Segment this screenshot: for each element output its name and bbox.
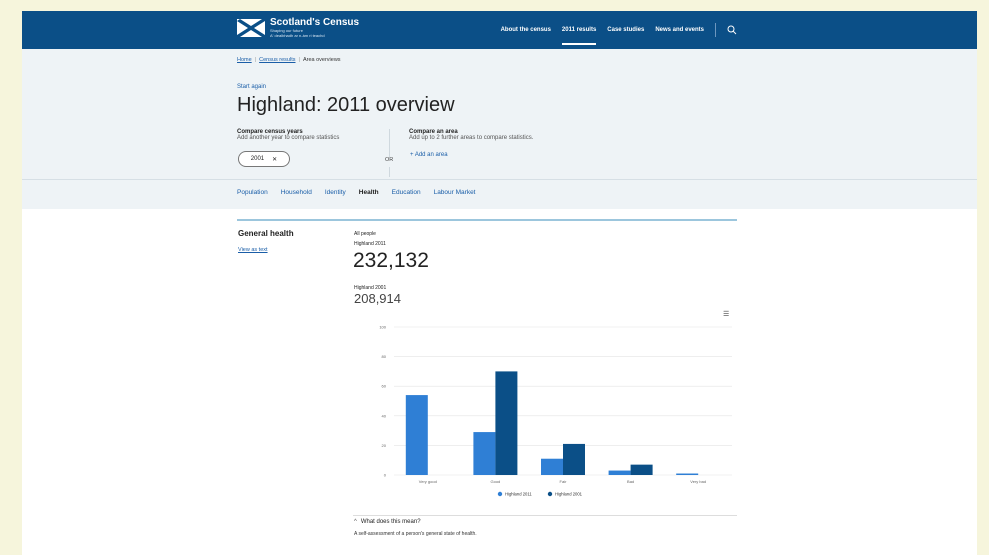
divider xyxy=(389,167,390,177)
topic-tabs: Population Household Identity Health Edu… xyxy=(22,179,977,210)
view-as-text-link[interactable]: View as text xyxy=(238,247,268,253)
page-header: Home | Census results | Area overviews Start… xyxy=(22,49,977,179)
breadcrumb-separator: | xyxy=(254,57,257,63)
main-nav: About the census 2011 results Case studi… xyxy=(501,11,737,49)
x-tick-label: Fair xyxy=(560,479,568,484)
add-area-button[interactable]: + Add an area xyxy=(410,152,448,158)
stat-value-2011: 232,132 xyxy=(353,249,429,272)
legend-marker xyxy=(547,491,553,497)
y-tick-label: 0 xyxy=(384,473,387,478)
y-tick-label: 40 xyxy=(382,413,387,418)
page-title: Highland: 2011 overview xyxy=(237,94,455,116)
stat-label-2011: Highland 2011 xyxy=(354,241,386,247)
section-title: General health xyxy=(238,229,294,238)
y-tick-label: 20 xyxy=(382,443,387,448)
page-frame: Scotland's Census Shaping our future A' … xyxy=(22,11,977,555)
bar-good-2001 xyxy=(495,371,518,475)
year-chip-2001[interactable]: 2001 ✕ xyxy=(238,151,290,167)
top-navigation-bar: Scotland's Census Shaping our future A' … xyxy=(22,11,977,49)
x-tick-label: Very bad xyxy=(690,479,706,484)
breadcrumb-home[interactable]: Home xyxy=(237,57,252,63)
nav-item-2011-results[interactable]: 2011 results xyxy=(561,27,597,45)
divider xyxy=(353,515,737,516)
site-logo[interactable]: Scotland's Census Shaping our future A' … xyxy=(237,18,359,38)
explanation-text: A self-assessment of a person's general … xyxy=(354,531,477,537)
section-rule xyxy=(237,219,737,221)
compare-years-subtext: Add another year to compare statistics xyxy=(237,135,340,141)
year-chip-label: 2001 xyxy=(250,156,265,162)
legend-label: Highland 2011 xyxy=(505,492,532,497)
compare-area-subtext: Add up to 2 further areas to compare sta… xyxy=(409,135,534,141)
brand-name: Scotland's Census xyxy=(270,17,360,28)
tab-health[interactable]: Health xyxy=(359,189,379,196)
breadcrumb-current: Area overviews xyxy=(302,57,341,63)
tab-identity[interactable]: Identity xyxy=(325,189,346,196)
breadcrumb: Home | Census results | Area overviews xyxy=(237,57,341,63)
what-does-this-mean-label: What does this mean? xyxy=(360,519,421,525)
main-content: General health View as text All people H… xyxy=(22,209,977,555)
bar-very-good-2011 xyxy=(405,395,428,475)
bar-fair-2001 xyxy=(563,443,585,475)
brand-tagline-gaelic: A' dealbhadh ar n-àm ri teachd xyxy=(270,33,325,38)
bar-bad-2001 xyxy=(630,464,653,475)
general-health-chart: 0 20 40 60 80 100 Very good Good Fair Bad Very bad… xyxy=(379,325,732,497)
or-separator: OR xyxy=(385,157,394,163)
divider xyxy=(389,129,390,157)
search-icon[interactable] xyxy=(727,25,737,35)
bar-good-2011 xyxy=(473,432,496,475)
breadcrumb-census-results[interactable]: Census results xyxy=(259,57,295,63)
legend-marker xyxy=(497,491,503,497)
x-tick-label: Bad xyxy=(627,479,634,484)
y-tick-label: 60 xyxy=(382,384,387,389)
tab-household[interactable]: Household xyxy=(281,189,312,196)
nav-divider xyxy=(715,23,716,37)
start-again-link[interactable]: Start again xyxy=(237,84,266,90)
y-tick-label: 100 xyxy=(379,325,386,330)
compare-years-block: Compare census years Add another year to… xyxy=(237,129,339,141)
bar-very-bad-2011 xyxy=(676,473,699,475)
x-tick-label: Good xyxy=(491,479,501,484)
all-people-label: All people xyxy=(354,231,376,237)
tab-population[interactable]: Population xyxy=(237,189,268,196)
compare-area-block: Compare an area Add up to 2 further area… xyxy=(409,129,533,141)
bar-bad-2011 xyxy=(608,470,631,475)
breadcrumb-separator: | xyxy=(298,57,300,63)
legend-label: Highland 2001 xyxy=(555,492,583,497)
x-tick-label: Very good xyxy=(419,479,437,484)
nav-item-news-events[interactable]: News and events xyxy=(655,27,704,33)
stat-value-2001: 208,914 xyxy=(354,291,401,306)
saltire-flag-icon xyxy=(237,19,265,37)
what-does-this-mean-toggle[interactable]: ^ What does this mean? xyxy=(354,519,421,525)
tab-education[interactable]: Education xyxy=(392,189,421,196)
y-tick-label: 80 xyxy=(382,354,387,359)
nav-item-about[interactable]: About the census xyxy=(501,27,551,33)
close-icon[interactable]: ✕ xyxy=(272,156,277,163)
nav-item-case-studies[interactable]: Case studies xyxy=(607,27,644,33)
tab-labour-market[interactable]: Labour Market xyxy=(434,189,476,196)
bar-fair-2011 xyxy=(541,458,563,475)
chevron-up-icon: ^ xyxy=(354,519,357,525)
